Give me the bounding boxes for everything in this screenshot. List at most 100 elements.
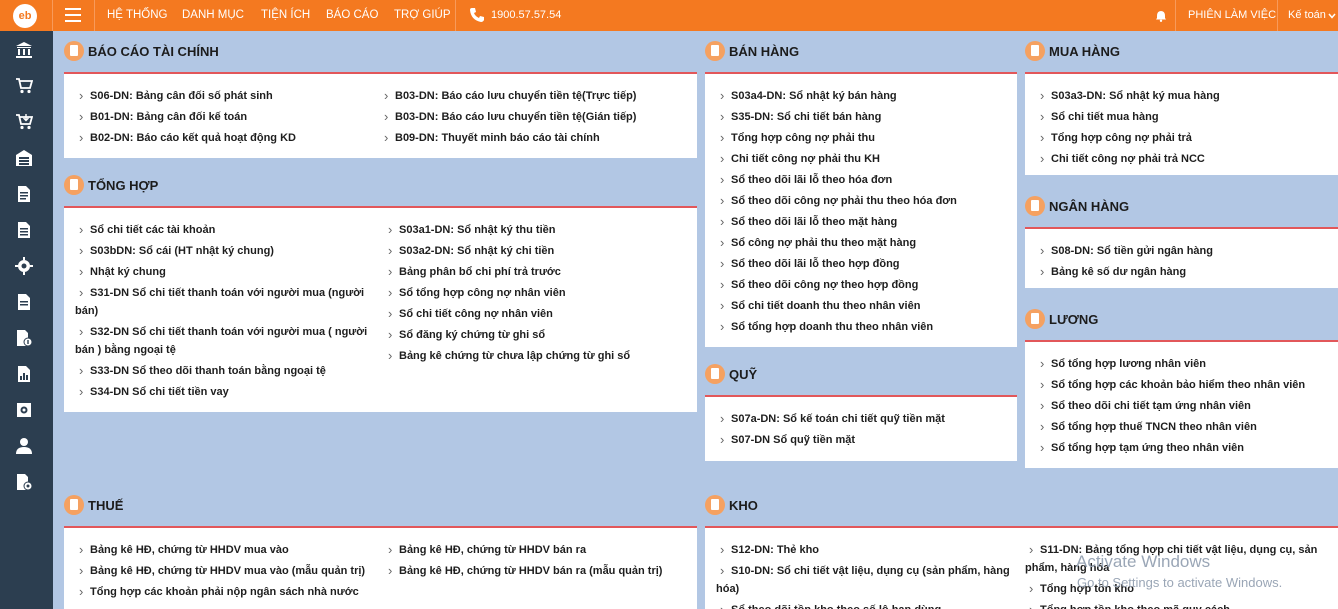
- settings-document-icon[interactable]: [15, 473, 33, 491]
- report-link-continued[interactable]: hóa): [716, 580, 739, 598]
- gear-icon[interactable]: [15, 257, 33, 275]
- report-link[interactable]: S34-DN Sổ chi tiết tiền vay: [79, 383, 229, 401]
- report-link-continued[interactable]: bán): [75, 302, 98, 320]
- user-icon[interactable]: [15, 437, 33, 455]
- report-link[interactable]: Sổ công nợ phải thu theo mặt hàng: [720, 234, 916, 252]
- report-link[interactable]: Sổ chi tiết doanh thu theo nhân viên: [720, 297, 920, 315]
- documents-icon[interactable]: [15, 185, 33, 203]
- report-link[interactable]: Sổ chi tiết các tài khoản: [79, 221, 215, 239]
- sidebar: [0, 31, 53, 609]
- nav-tien-ich[interactable]: TIỆN ÍCH: [261, 0, 310, 31]
- report-link[interactable]: Sổ chi tiết công nợ nhân viên: [388, 305, 553, 323]
- document-list-icon[interactable]: [15, 221, 33, 239]
- warehouse-icon[interactable]: [15, 149, 33, 167]
- report-link[interactable]: Sổ tổng hợp tạm ứng theo nhân viên: [1040, 439, 1244, 457]
- phone-icon: [470, 8, 484, 22]
- report-link[interactable]: Sổ tổng hợp lương nhân viên: [1040, 355, 1206, 373]
- activation-watermark-subtitle: Go to Settings to activate Windows.: [1077, 575, 1283, 590]
- nav-he-thong[interactable]: HỆ THỐNG: [107, 0, 168, 31]
- report-link[interactable]: Sổ theo dõi công nợ phải thu theo hóa đơ…: [720, 192, 957, 210]
- inventory-icon: [705, 495, 725, 515]
- report-link[interactable]: S06-DN: Bảng cân đối số phát sinh: [79, 87, 273, 105]
- report-link[interactable]: B03-DN: Báo cáo lưu chuyển tiền tệ(Trực …: [384, 87, 636, 105]
- report-link[interactable]: Sổ theo dõi tồn kho theo số lô hạn dùng: [720, 601, 941, 609]
- document-money-icon[interactable]: [15, 329, 33, 347]
- report-link[interactable]: B03-DN: Báo cáo lưu chuyển tiền tệ(Gián …: [384, 108, 636, 126]
- purchase-icon: [1025, 41, 1045, 61]
- section-luong: Sổ tổng hợp lương nhân viên Sổ tổng hợp …: [1025, 340, 1338, 468]
- report-link[interactable]: S32-DN Sổ chi tiết thanh toán với người …: [79, 323, 367, 341]
- report-link[interactable]: Sổ chi tiết mua hàng: [1040, 108, 1159, 126]
- section-thue: Bảng kê HĐ, chứng từ HHDV mua vào Bảng k…: [64, 526, 697, 609]
- tax-icon: [64, 495, 84, 515]
- logo-mark: eb: [13, 4, 37, 28]
- report-link[interactable]: Sổ theo dõi lãi lỗ theo hợp đồng: [720, 255, 900, 273]
- report-link[interactable]: Sổ theo dõi lãi lỗ theo mặt hàng: [720, 213, 897, 231]
- session-menu[interactable]: PHIÊN LÀM VIỆC: [1188, 0, 1276, 31]
- report-link[interactable]: Tổng hợp các khoản phải nộp ngân sách nh…: [79, 583, 359, 601]
- document-icon[interactable]: [15, 293, 33, 311]
- document-report-icon[interactable]: [15, 365, 33, 383]
- report-link[interactable]: S08-DN: Sổ tiền gửi ngân hàng: [1040, 242, 1213, 260]
- safe-icon[interactable]: [15, 401, 33, 419]
- top-bar: eb HỆ THỐNG DANH MỤC TIỆN ÍCH BÁO CÁO TR…: [0, 0, 1338, 31]
- report-link[interactable]: S03bDN: Sổ cái (HT nhật ký chung): [79, 242, 274, 260]
- salary-icon: [1025, 309, 1045, 329]
- chevron-down-icon[interactable]: [1328, 13, 1336, 19]
- report-link[interactable]: S33-DN Sổ theo dõi thanh toán bằng ngoại…: [79, 362, 326, 380]
- report-link[interactable]: Nhật ký chung: [79, 263, 166, 281]
- report-link[interactable]: Tổng hợp công nợ phải thu: [720, 129, 875, 147]
- report-link[interactable]: S12-DN: Thẻ kho: [720, 541, 819, 559]
- report-icon: [64, 175, 84, 195]
- fund-icon: [705, 364, 725, 384]
- cart-download-icon[interactable]: [15, 113, 34, 131]
- report-link[interactable]: Sổ theo dõi chi tiết tạm ứng nhân viên: [1040, 397, 1251, 415]
- report-link[interactable]: S03a2-DN: Sổ nhật ký chi tiền: [388, 242, 554, 260]
- report-link[interactable]: Sổ tổng hợp công nợ nhân viên: [388, 284, 566, 302]
- menu-toggle-icon[interactable]: [65, 8, 81, 22]
- report-link[interactable]: Sổ theo dõi lãi lỗ theo hóa đơn: [720, 171, 892, 189]
- report-link[interactable]: Bảng kê chứng từ chưa lập chứng từ ghi s…: [388, 347, 630, 365]
- report-link[interactable]: Sổ tổng hợp thuế TNCN theo nhân viên: [1040, 418, 1257, 436]
- user-menu[interactable]: Kế toán: [1288, 0, 1326, 31]
- report-link[interactable]: Bảng kê HĐ, chứng từ HHDV mua vào: [79, 541, 289, 559]
- report-link[interactable]: Tổng hợp tồn kho theo mã quy cách: [1029, 601, 1230, 609]
- report-link[interactable]: Tổng hợp công nợ phải trả: [1040, 129, 1192, 147]
- section-quy: S07a-DN: Sổ kế toán chi tiết quỹ tiền mặ…: [705, 395, 1017, 461]
- report-link[interactable]: B02-DN: Báo cáo kết quả hoạt động KD: [79, 129, 296, 147]
- report-link[interactable]: Chi tiết công nợ phải thu KH: [720, 150, 880, 168]
- cart-icon[interactable]: [15, 77, 34, 95]
- phone-number: 1900.57.57.54: [491, 9, 562, 21]
- report-link[interactable]: S03a1-DN: Sổ nhật ký thu tiền: [388, 221, 556, 239]
- section-mua-hang: S03a3-DN: Sổ nhật ký mua hàng Sổ chi tiế…: [1025, 72, 1338, 175]
- report-link[interactable]: Sổ theo dõi công nợ theo hợp đồng: [720, 276, 918, 294]
- bank-icon[interactable]: [15, 41, 33, 59]
- report-link[interactable]: S10-DN: Sổ chi tiết vật liệu, dụng cụ (s…: [720, 562, 1010, 580]
- report-link[interactable]: Sổ tổng hợp doanh thu theo nhân viên: [720, 318, 933, 336]
- bell-icon[interactable]: [1155, 10, 1167, 22]
- report-link[interactable]: Bảng kê HĐ, chứng từ HHDV bán ra (mẫu qu…: [388, 562, 662, 580]
- report-link-continued[interactable]: bán ) bằng ngoại tệ: [75, 341, 176, 359]
- nav-bao-cao[interactable]: BÁO CÁO: [326, 0, 378, 31]
- report-link[interactable]: B01-DN: Bảng cân đối kế toán: [79, 108, 247, 126]
- nav-danh-muc[interactable]: DANH MỤC: [182, 0, 244, 31]
- sales-icon: [705, 41, 725, 61]
- report-link[interactable]: S07a-DN: Sổ kế toán chi tiết quỹ tiền mặ…: [720, 410, 945, 428]
- report-link[interactable]: S03a4-DN: Sổ nhật ký bán hàng: [720, 87, 897, 105]
- report-link[interactable]: Chi tiết công nợ phải trả NCC: [1040, 150, 1205, 168]
- report-link[interactable]: S07-DN Sổ quỹ tiền mặt: [720, 431, 855, 449]
- section-ngan-hang: S08-DN: Sổ tiền gửi ngân hàng Bảng kê số…: [1025, 227, 1338, 288]
- report-link[interactable]: Sổ đăng ký chứng từ ghi sổ: [388, 326, 545, 344]
- report-link[interactable]: Bảng kê số dư ngân hàng: [1040, 263, 1186, 281]
- report-link[interactable]: Bảng kê HĐ, chứng từ HHDV mua vào (mẫu q…: [79, 562, 365, 580]
- logo[interactable]: eb: [0, 0, 53, 31]
- report-link[interactable]: S35-DN: Sổ chi tiết bán hàng: [720, 108, 881, 126]
- nav-tro-giup[interactable]: TRỢ GIÚP: [394, 0, 451, 31]
- report-link[interactable]: Bảng kê HĐ, chứng từ HHDV bán ra: [388, 541, 586, 559]
- report-link[interactable]: B09-DN: Thuyết minh báo cáo tài chính: [384, 129, 600, 147]
- report-link[interactable]: Bảng phân bổ chi phí trả trước: [388, 263, 561, 281]
- report-link[interactable]: Sổ tổng hợp các khoản bảo hiểm theo nhân…: [1040, 376, 1305, 394]
- section-kho: S12-DN: Thẻ kho S10-DN: Sổ chi tiết vật …: [705, 526, 1338, 609]
- report-link[interactable]: S31-DN Sổ chi tiết thanh toán với người …: [79, 284, 364, 302]
- report-link[interactable]: S03a3-DN: Sổ nhật ký mua hàng: [1040, 87, 1220, 105]
